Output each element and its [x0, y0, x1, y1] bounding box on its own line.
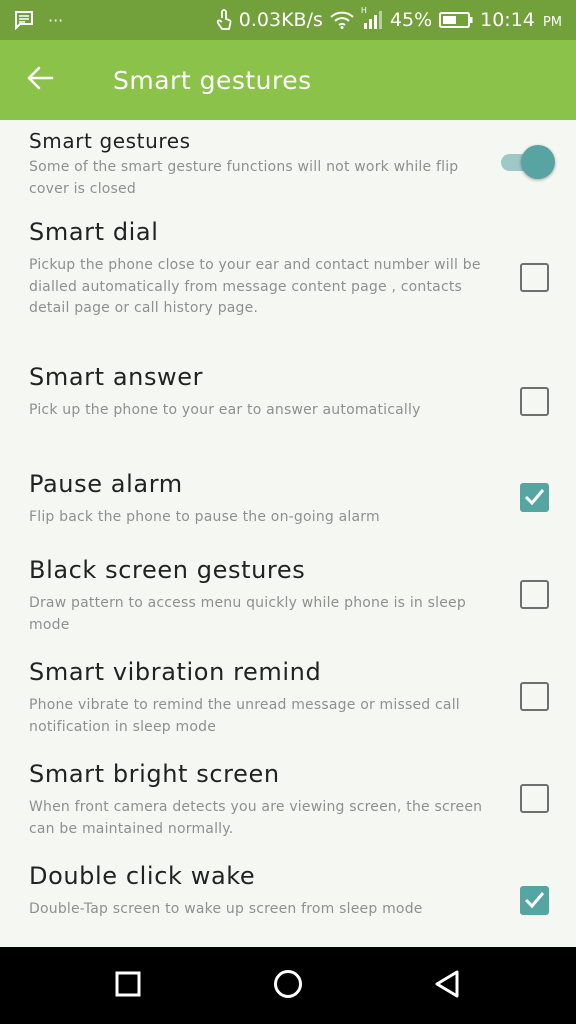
status-bar: ··· 0.03KB/s H 45% 10:14 PM — [0, 0, 576, 40]
touch-icon — [216, 9, 232, 31]
clock: 10:14 PM — [480, 9, 562, 31]
setting-pause-alarm[interactable]: Pause alarm Flip back the phone to pause… — [0, 464, 576, 544]
clock-time: 10:14 — [480, 9, 535, 31]
page-title: Smart gestures — [113, 65, 312, 95]
setting-smart-vibration-remind[interactable]: Smart vibration remind Phone vibrate to … — [0, 652, 576, 747]
toggle-thumb — [521, 145, 555, 179]
smart-gestures-toggle[interactable] — [499, 145, 557, 179]
setting-description: Pickup the phone close to your ear and c… — [29, 257, 481, 316]
setting-smart-gestures[interactable]: Smart gestures Some of the smart gesture… — [0, 120, 576, 202]
setting-title: Smart vibration remind — [29, 658, 322, 686]
square-icon — [115, 971, 141, 1001]
home-button[interactable] — [248, 947, 328, 1024]
smart-bright-screen-checkbox[interactable] — [520, 784, 549, 813]
battery-icon — [439, 12, 473, 28]
setting-description: Some of the smart gesture functions will… — [29, 159, 459, 197]
setting-description: Double-Tap screen to wake up screen from… — [29, 901, 423, 917]
setting-title: Black screen gestures — [29, 556, 306, 584]
status-right: 0.03KB/s H 45% 10:14 PM — [216, 6, 562, 31]
pause-alarm-checkbox[interactable] — [520, 483, 549, 512]
checkmark-icon — [524, 489, 545, 506]
cell-signal-icon: H — [361, 6, 383, 30]
app-bar: Smart gestures — [0, 40, 576, 120]
double-click-wake-checkbox[interactable] — [520, 886, 549, 915]
more-notifications-indicator: ··· — [48, 10, 64, 30]
battery-percent: 45% — [389, 9, 433, 31]
setting-smart-answer[interactable]: Smart answer Pick up the phone to your e… — [0, 357, 576, 457]
recents-button[interactable] — [88, 947, 168, 1024]
setting-title: Smart bright screen — [29, 760, 280, 788]
setting-title: Smart gestures — [29, 129, 191, 153]
signal-type-label: H — [360, 6, 367, 15]
circle-icon — [273, 969, 303, 1003]
settings-list: Smart gestures Some of the smart gesture… — [0, 120, 576, 947]
setting-description: When front camera detects you are viewin… — [29, 799, 483, 837]
setting-description: Phone vibrate to remind the unread messa… — [29, 697, 460, 735]
setting-description: Flip back the phone to pause the on-goin… — [29, 509, 380, 525]
clock-ampm: PM — [542, 15, 562, 30]
setting-title: Smart answer — [29, 363, 204, 391]
status-left: ··· — [14, 10, 63, 30]
checkmark-icon — [524, 892, 545, 909]
setting-black-screen-gestures[interactable]: Black screen gestures Draw pattern to ac… — [0, 550, 576, 645]
setting-title: Double click wake — [29, 862, 256, 890]
navigation-bar — [0, 947, 576, 1024]
back-button[interactable] — [0, 40, 80, 120]
message-notification-icon — [14, 10, 34, 30]
smart-answer-checkbox[interactable] — [520, 387, 549, 416]
setting-smart-dial[interactable]: Smart dial Pickup the phone close to you… — [0, 212, 576, 352]
setting-description: Draw pattern to access menu quickly whil… — [29, 595, 466, 633]
triangle-back-icon — [433, 969, 461, 1003]
setting-smart-bright-screen[interactable]: Smart bright screen When front camera de… — [0, 754, 576, 849]
setting-description: Pick up the phone to your ear to answer … — [29, 402, 421, 418]
black-screen-gestures-checkbox[interactable] — [520, 580, 549, 609]
wifi-icon — [330, 11, 354, 29]
nav-back-button[interactable] — [407, 947, 487, 1024]
network-speed: 0.03KB/s — [238, 9, 323, 31]
smart-vibration-remind-checkbox[interactable] — [520, 682, 549, 711]
arrow-left-icon — [26, 66, 54, 94]
setting-title: Pause alarm — [29, 470, 183, 498]
setting-title: Smart dial — [29, 218, 159, 246]
setting-double-click-wake[interactable]: Double click wake Double-Tap screen to w… — [0, 856, 576, 947]
smart-dial-checkbox[interactable] — [520, 263, 549, 292]
